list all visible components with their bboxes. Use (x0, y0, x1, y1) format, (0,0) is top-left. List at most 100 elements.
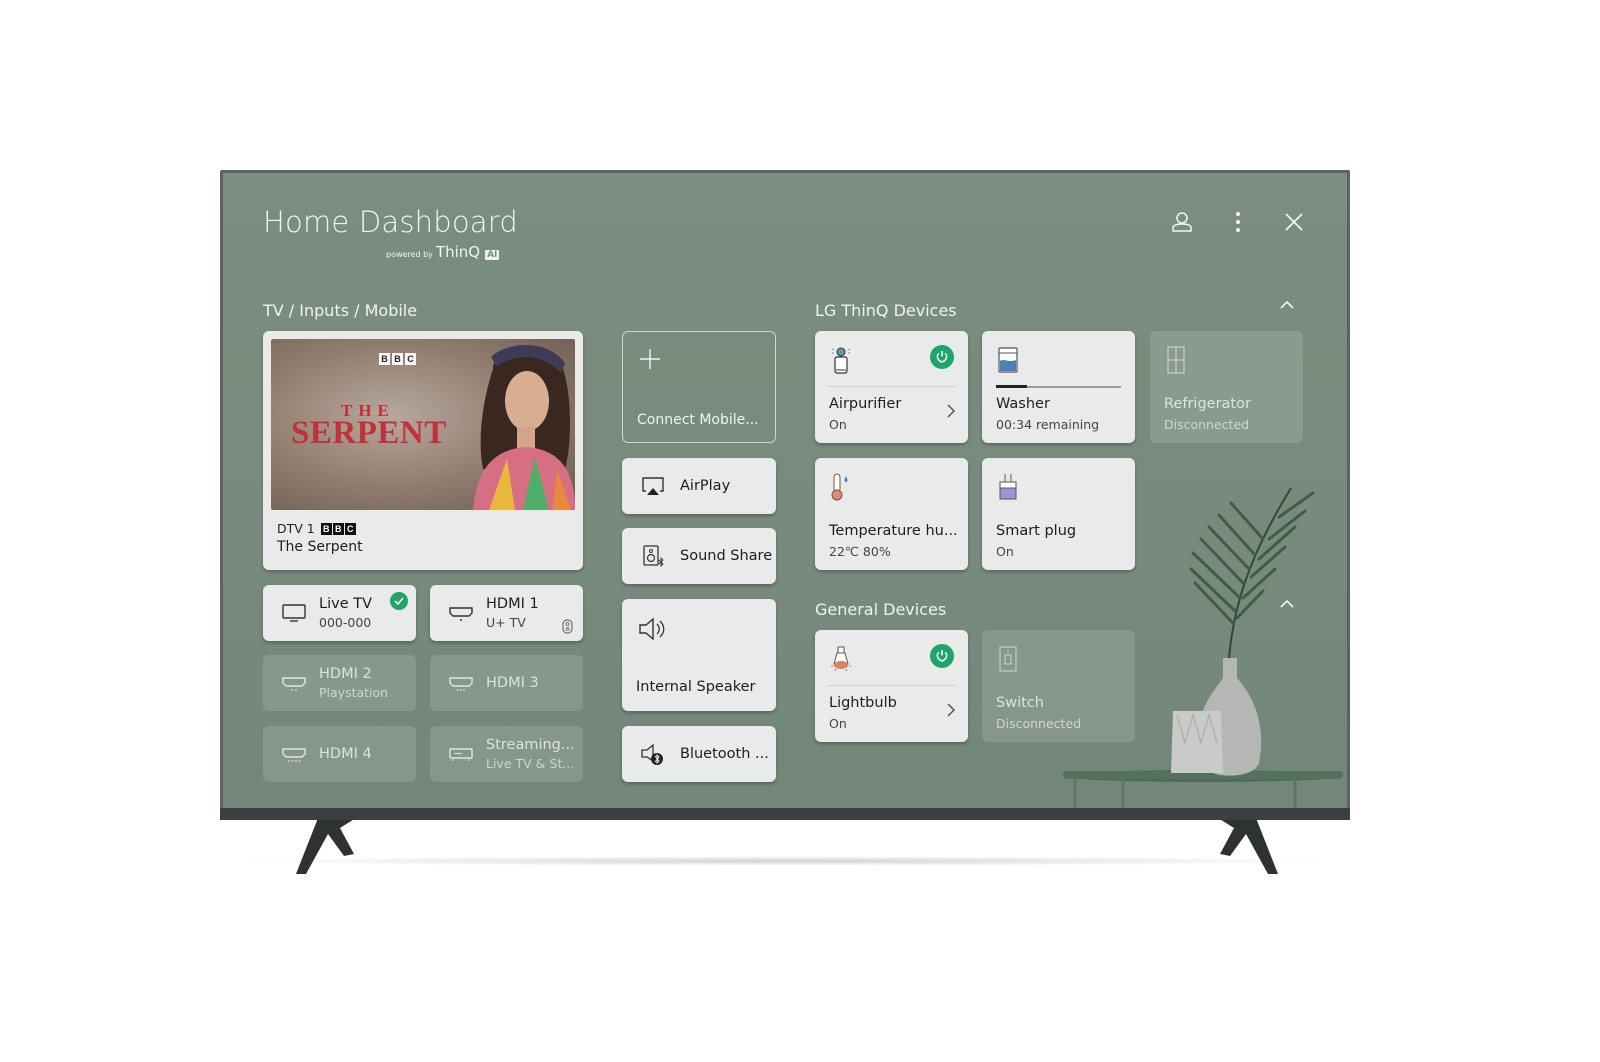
close-button[interactable] (1280, 208, 1308, 236)
channel-info: DTV 1 BBC (277, 521, 356, 536)
program-poster: BBC BBC THE SERPENT (271, 339, 575, 510)
sound-share-label: Sound Share (680, 548, 773, 564)
remote-icon (562, 619, 573, 634)
device-name: Switch (996, 695, 1044, 711)
profile-icon (1172, 212, 1192, 232)
device-status: On (829, 716, 847, 731)
refrigerator-icon (1167, 346, 1185, 374)
input-name: HDMI 3 (486, 675, 539, 691)
close-icon (1285, 213, 1303, 231)
power-toggle[interactable] (930, 644, 954, 668)
now-playing-card[interactable]: BBC BBC THE SERPENT DTV 1 BBC The Serpen… (263, 331, 583, 570)
powered-by-thinq: powered by ThinQ AI (386, 243, 500, 261)
device-name: Smart plug (996, 523, 1077, 539)
thinq-brand: ThinQ (435, 243, 481, 261)
device-status: Disconnected (1164, 417, 1250, 432)
internal-speaker-button[interactable]: Internal Speaker (622, 599, 776, 711)
device-name: Temperature hu... (829, 523, 958, 539)
input-name: HDMI 1 (486, 596, 539, 612)
device-washer[interactable]: Washer 00:34 remaining (982, 331, 1135, 443)
more-options-button[interactable] (1224, 208, 1252, 236)
device-refrigerator[interactable]: Refrigerator Disconnected (1150, 331, 1303, 443)
device-name: Lightbulb (829, 695, 897, 711)
input-streaming[interactable]: Streaming... Live TV & St... (430, 726, 583, 782)
powered-by-label: powered by (386, 250, 433, 259)
washer-progress-bar (996, 385, 1121, 388)
power-icon (936, 650, 948, 662)
tv-icon (282, 604, 306, 622)
input-sub: Live TV & St... (486, 756, 575, 771)
plus-icon (640, 349, 660, 369)
hdmi-icon (449, 607, 473, 621)
chevron-up-icon (1280, 599, 1294, 608)
page-title: Home Dashboard (263, 205, 518, 239)
internal-speaker-label: Internal Speaker (636, 679, 756, 695)
general-collapse-button[interactable] (1273, 590, 1301, 618)
thermo-hygrometer-icon (831, 473, 848, 501)
air-purifier-icon (831, 347, 851, 374)
input-hdmi-1[interactable]: HDMI 1 U+ TV (430, 585, 583, 641)
hdmi-icon (282, 677, 306, 691)
set-top-box-icon (449, 748, 473, 761)
smart-plug-icon (999, 474, 1017, 500)
device-lightbulb[interactable]: Lightbulb On (815, 630, 968, 742)
card-divider (827, 685, 956, 686)
bluetooth-button[interactable]: Bluetooth ... (622, 726, 776, 782)
card-divider (827, 386, 956, 387)
device-airpurifier[interactable]: Airpurifier On (815, 331, 968, 443)
bluetooth-speaker-icon (641, 743, 663, 765)
device-status: On (829, 417, 847, 432)
section-general-label: General Devices (815, 600, 947, 619)
input-name: HDMI 4 (319, 746, 372, 762)
channel-bbc-logo: BBC (320, 522, 356, 535)
device-smart-plug[interactable]: Smart plug On (982, 458, 1135, 570)
thinq-collapse-button[interactable] (1273, 291, 1301, 319)
chevron-right-icon[interactable] (946, 702, 956, 718)
device-temperature-humidity[interactable]: Temperature hu... 22℃ 80% (815, 458, 968, 570)
airplay-button[interactable]: AirPlay (622, 458, 776, 514)
lightbulb-icon (831, 646, 851, 672)
power-toggle[interactable] (930, 345, 954, 369)
section-tv-inputs-label: TV / Inputs / Mobile (263, 301, 418, 320)
input-hdmi-3[interactable]: HDMI 3 (430, 655, 583, 711)
device-status: On (996, 544, 1014, 559)
washer-progress-fill (996, 385, 1028, 388)
section-thinq-label: LG ThinQ Devices (815, 301, 957, 320)
tv-stand-right (1208, 818, 1278, 876)
device-name: Airpurifier (829, 396, 902, 412)
airplay-label: AirPlay (680, 478, 731, 494)
input-sub: 000-000 (319, 615, 372, 630)
input-sub: Playstation (319, 685, 389, 700)
switch-icon (999, 646, 1017, 672)
chevron-up-icon (1280, 300, 1294, 309)
device-status: 00:34 remaining (996, 417, 1100, 432)
input-name: HDMI 2 (319, 666, 372, 682)
input-live-tv[interactable]: Live TV 000-000 (263, 585, 416, 641)
device-status: 22℃ 80% (829, 544, 891, 559)
device-status: Disconnected (996, 716, 1082, 731)
connect-mobile-button[interactable]: Connect Mobile... (622, 331, 776, 443)
washer-icon (998, 347, 1018, 373)
input-sub: U+ TV (486, 615, 526, 630)
channel-number: DTV 1 (277, 521, 315, 536)
tv-stand-left (296, 818, 366, 876)
poster-person-image (473, 344, 575, 510)
sound-share-button[interactable]: Sound Share (622, 528, 776, 584)
power-icon (936, 351, 948, 363)
check-icon (390, 592, 408, 610)
connect-mobile-label: Connect Mobile... (637, 412, 759, 428)
speaker-icon (639, 617, 665, 641)
device-switch[interactable]: Switch Disconnected (982, 630, 1135, 742)
input-name: Live TV (319, 596, 372, 612)
tv-bottom-bezel (220, 808, 1350, 820)
input-hdmi-4[interactable]: HDMI 4 (263, 726, 416, 782)
sound-share-icon (643, 545, 664, 568)
hdmi-icon (449, 677, 473, 691)
chevron-right-icon[interactable] (946, 403, 956, 419)
input-hdmi-2[interactable]: HDMI 2 Playstation (263, 655, 416, 711)
device-name: Refrigerator (1164, 396, 1251, 412)
poster-bbc-logo: BBC BBC (379, 353, 416, 365)
more-options-icon (1236, 212, 1240, 232)
input-name: Streaming... (486, 737, 575, 753)
profile-button[interactable] (1168, 208, 1196, 236)
